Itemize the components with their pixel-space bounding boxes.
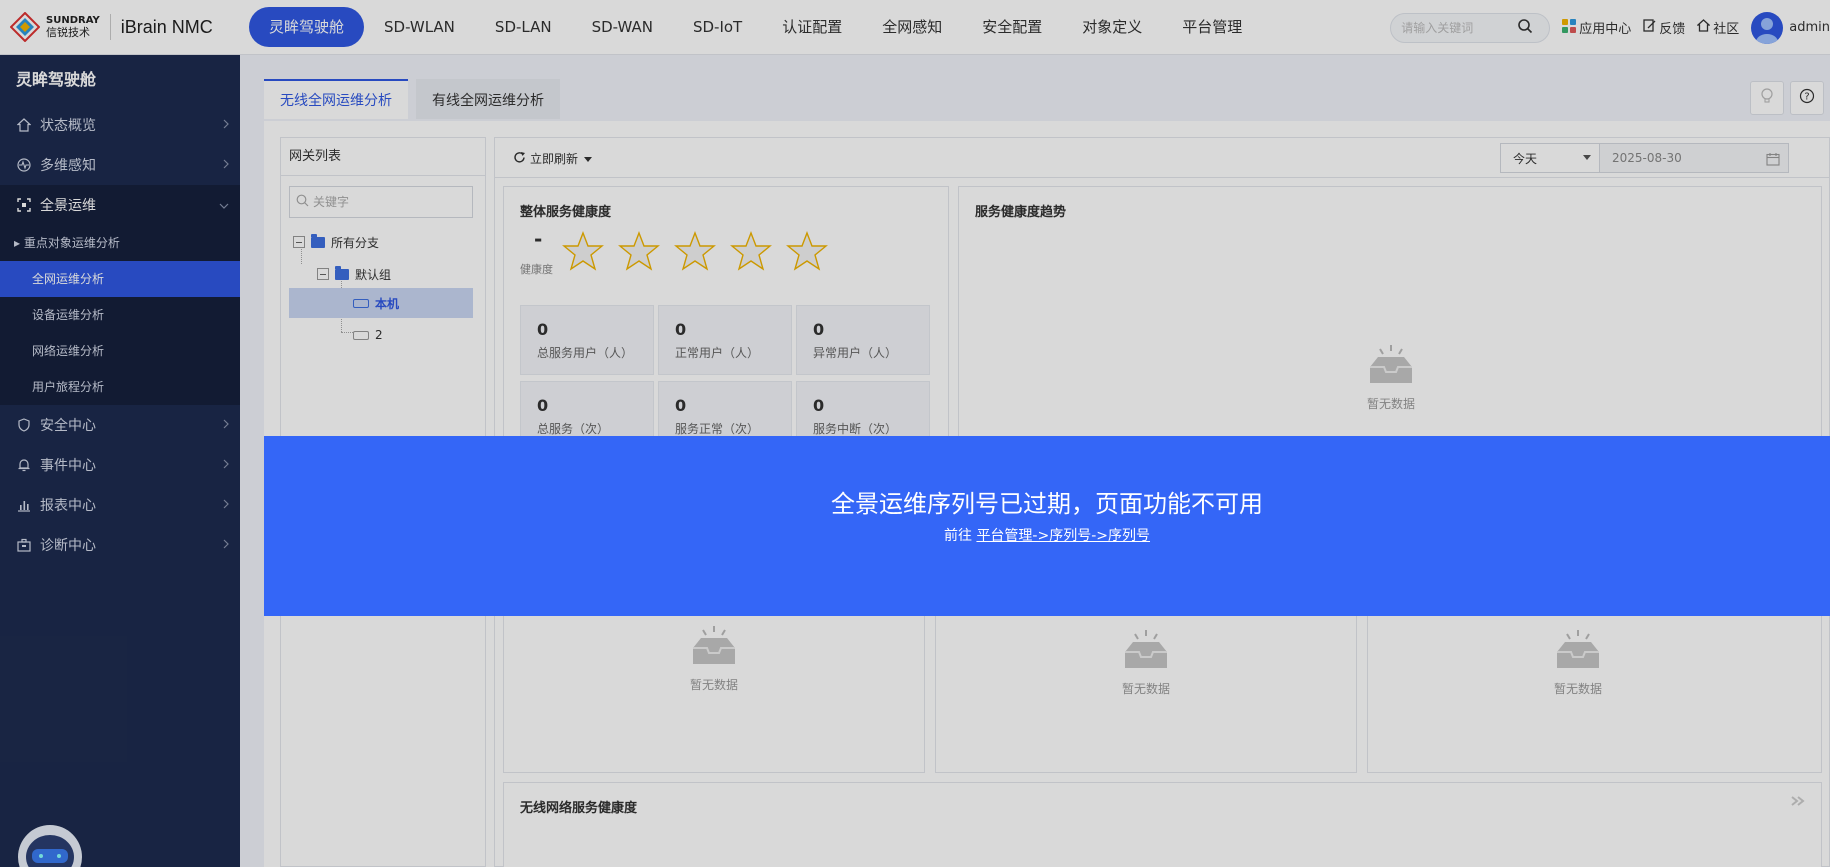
banner-title: 全景运维序列号已过期，页面功能不可用 xyxy=(831,490,1263,518)
banner-subtitle: 前往 平台管理->序列号->序列号 xyxy=(264,525,1830,545)
license-expired-banner: 全景运维序列号已过期，页面功能不可用 前往 平台管理->序列号->序列号 xyxy=(264,436,1830,616)
disabled-overlay xyxy=(0,0,1830,867)
license-link[interactable]: 平台管理->序列号->序列号 xyxy=(976,528,1150,544)
banner-prefix: 前往 xyxy=(943,528,972,544)
